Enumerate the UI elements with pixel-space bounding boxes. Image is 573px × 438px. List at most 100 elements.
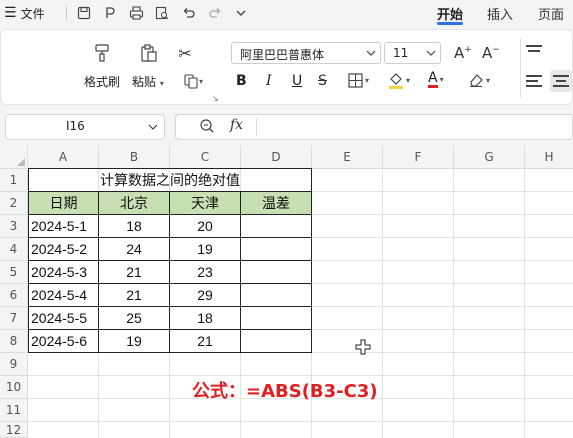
decrease-font-icon[interactable]: A−	[482, 44, 500, 62]
column-header-c[interactable]: C	[170, 146, 241, 169]
header-cell-tianjin[interactable]: 天津	[170, 192, 241, 215]
row-header-7[interactable]: 7	[0, 307, 28, 330]
paste-label[interactable]: 粘贴 ▾	[132, 73, 164, 90]
table-cell[interactable]: 25	[99, 307, 170, 330]
tab-active-indicator	[437, 22, 463, 25]
row-header-5[interactable]: 5	[0, 261, 28, 284]
table-cell[interactable]	[241, 215, 312, 238]
save-icon[interactable]	[75, 4, 93, 22]
increase-font-icon[interactable]: A+	[454, 44, 472, 62]
table-cell[interactable]: 29	[170, 284, 241, 307]
table-cell[interactable]: 2024-5-5	[28, 307, 99, 330]
align-left-icon[interactable]	[526, 75, 542, 87]
chevron-down-icon: ▾	[486, 75, 491, 85]
column-header-h[interactable]: H	[525, 146, 573, 169]
print-preview-icon[interactable]	[153, 4, 171, 22]
column-header-d[interactable]: D	[241, 146, 312, 169]
table-cell[interactable]	[241, 261, 312, 284]
header-cell-temp-diff[interactable]: 温差	[241, 192, 312, 215]
ribbon	[0, 29, 573, 105]
row-header-4[interactable]: 4	[0, 238, 28, 261]
row-header-9[interactable]: 9	[0, 353, 28, 376]
paste-icon[interactable]	[137, 41, 161, 65]
tab-page[interactable]: 页面	[538, 4, 564, 23]
bold-button[interactable]: B	[236, 73, 247, 89]
fill-color-button[interactable]: ▾	[388, 71, 410, 89]
column-header-f[interactable]: F	[383, 146, 454, 169]
clear-button[interactable]: ▾	[468, 72, 490, 88]
table-cell[interactable]: 2024-5-2	[28, 238, 99, 261]
clipboard-expand-icon[interactable]: ↘	[212, 94, 219, 103]
row-header-10[interactable]: 10	[0, 376, 28, 399]
eraser-icon	[470, 74, 483, 87]
table-cell[interactable]: 18	[99, 215, 170, 238]
column-header-b[interactable]: B	[99, 146, 170, 169]
table-cell[interactable]: 21	[170, 330, 241, 353]
format-painter-label[interactable]: 格式刷	[84, 73, 120, 90]
gridline	[28, 421, 573, 422]
row-header-6[interactable]: 6	[0, 284, 28, 307]
table-cell[interactable]: 18	[170, 307, 241, 330]
border-button[interactable]: ▾	[348, 73, 369, 88]
redo-icon[interactable]	[206, 4, 224, 22]
formula-annotation: 公式：=ABS(B3-C3)	[192, 381, 378, 402]
paint-bucket-icon	[389, 73, 403, 89]
font-color-button[interactable]: A ▾	[428, 71, 444, 88]
zoom-search-icon[interactable]	[199, 118, 215, 137]
header-cell-beijing[interactable]: 北京	[99, 192, 170, 215]
function-icon[interactable]: fx	[230, 117, 243, 133]
row-header-3[interactable]: 3	[0, 215, 28, 238]
tab-home[interactable]: 开始	[437, 4, 463, 23]
table-cell[interactable]: 24	[99, 238, 170, 261]
row-header-2[interactable]: 2	[0, 192, 28, 215]
table-cell[interactable]: 19	[170, 238, 241, 261]
row-header-8[interactable]: 8	[0, 330, 28, 353]
table-cell[interactable]: 20	[170, 215, 241, 238]
table-cell[interactable]: 2024-5-3	[28, 261, 99, 284]
border-icon	[348, 73, 363, 88]
gridline	[28, 375, 573, 376]
chevron-down-icon[interactable]	[366, 47, 376, 61]
table-cell[interactable]: 21	[99, 261, 170, 284]
undo-icon[interactable]	[180, 4, 198, 22]
table-cell[interactable]: 2024-5-4	[28, 284, 99, 307]
table-cell[interactable]: 23	[170, 261, 241, 284]
italic-button[interactable]: I	[266, 73, 272, 89]
table-cell[interactable]: 19	[99, 330, 170, 353]
row-header-11[interactable]: 11	[0, 399, 28, 422]
underline-button[interactable]: U	[292, 73, 302, 89]
column-header-g[interactable]: G	[454, 146, 525, 169]
chevron-down-icon[interactable]	[232, 4, 250, 22]
select-all-corner[interactable]	[0, 146, 28, 169]
sheet-title[interactable]: 计算数据之间的绝对值	[28, 168, 312, 192]
table-cell[interactable]: 2024-5-6	[28, 330, 99, 353]
table-cell[interactable]: 2024-5-1	[28, 215, 99, 238]
chevron-down-icon[interactable]	[148, 121, 158, 135]
format-painter-icon[interactable]	[90, 41, 114, 65]
strikethrough-button[interactable]: S	[318, 73, 327, 89]
cursor-cross-icon	[355, 339, 371, 358]
cut-icon[interactable]: ✂	[174, 43, 196, 63]
chevron-down-icon: ▾	[406, 75, 411, 85]
divider	[520, 38, 521, 98]
column-header-e[interactable]: E	[312, 146, 383, 169]
file-menu[interactable]: ☰ 文件	[4, 4, 45, 22]
chevron-down-icon[interactable]	[426, 47, 436, 61]
table-cell[interactable]	[241, 238, 312, 261]
table-cell[interactable]	[241, 330, 312, 353]
copy-icon[interactable]: ▾	[176, 71, 210, 91]
column-header-a[interactable]: A	[28, 146, 99, 169]
print-icon[interactable]	[127, 4, 145, 22]
name-box[interactable]	[5, 114, 165, 140]
table-cell[interactable]: 21	[99, 284, 170, 307]
export-pdf-icon[interactable]	[101, 4, 119, 22]
row-header-12[interactable]: 12	[0, 422, 28, 438]
row-header-1[interactable]: 1	[0, 169, 28, 192]
font-size-value: 11	[393, 46, 409, 60]
chevron-down-icon: ▾	[159, 79, 164, 88]
tab-insert[interactable]: 插入	[487, 4, 513, 23]
table-cell[interactable]	[241, 307, 312, 330]
align-top-icon[interactable]	[526, 45, 542, 52]
header-cell-date[interactable]: 日期	[28, 192, 99, 215]
table-cell[interactable]	[241, 284, 312, 307]
